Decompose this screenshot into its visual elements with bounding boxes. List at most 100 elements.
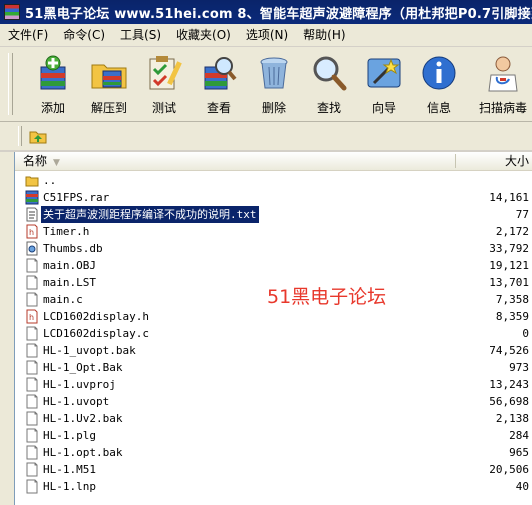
test-button[interactable]: 测试 bbox=[135, 51, 193, 117]
file-row[interactable]: HL-1.uvproj 13,243 bbox=[15, 376, 532, 393]
file-icon bbox=[25, 343, 39, 358]
file-name: main.c bbox=[43, 293, 83, 306]
file-name: HL-1_uvopt.bak bbox=[43, 344, 136, 357]
file-size: 973 bbox=[509, 361, 529, 374]
test-label: 测试 bbox=[151, 101, 176, 115]
extract-to-label: 解压到 bbox=[90, 101, 127, 115]
file-size: 33,792 bbox=[489, 242, 529, 255]
file-name: HL-1.Uv2.bak bbox=[43, 412, 123, 425]
scan-virus-label: 扫描病毒 bbox=[478, 101, 527, 115]
file-size: 7,358 bbox=[495, 293, 529, 306]
svg-text:h: h bbox=[29, 228, 34, 237]
menu-help[interactable]: 帮助(H) bbox=[295, 24, 352, 46]
wizard-label: 向导 bbox=[371, 101, 396, 115]
add-label: 添加 bbox=[40, 101, 65, 115]
file-icon bbox=[25, 411, 39, 426]
file-size: 40 bbox=[515, 480, 529, 493]
toolbar: 添加 解压到 测试 查看 删除 查找 向导 信息 扫描病毒 bbox=[0, 47, 532, 122]
list-header: 名称 ▼ 大小 bbox=[15, 152, 532, 171]
file-size: 77 bbox=[515, 208, 529, 221]
info-icon bbox=[422, 56, 456, 90]
file-name: HL-1.plg bbox=[43, 429, 96, 442]
extract-folder-icon bbox=[91, 64, 127, 89]
test-clipboard-icon bbox=[149, 56, 182, 90]
file-row[interactable]: HL-1.lnp 40 bbox=[15, 478, 532, 495]
file-row[interactable]: HL-1.M51 20,506 bbox=[15, 461, 532, 478]
file-size: 2,138 bbox=[495, 412, 529, 425]
view-magnifier-books-icon bbox=[204, 57, 237, 90]
menu-tools[interactable]: 工具(S) bbox=[112, 24, 168, 46]
watermark: 51黑电子论坛 bbox=[267, 286, 387, 308]
thumbs-db-icon bbox=[25, 241, 39, 256]
file-name: HL-1.M51 bbox=[43, 463, 96, 476]
file-row[interactable]: main.OBJ 19,121 bbox=[15, 257, 532, 274]
add-button[interactable]: 添加 bbox=[24, 51, 82, 117]
file-row[interactable]: 关于超声波测距程序编译不成功的说明.txt 77 bbox=[15, 206, 532, 223]
delete-label: 删除 bbox=[261, 101, 286, 115]
column-header-size[interactable]: 大小 bbox=[505, 152, 529, 170]
info-button[interactable]: 信息 bbox=[410, 51, 468, 117]
file-row[interactable]: HL-1_Opt.Bak 973 bbox=[15, 359, 532, 376]
file-row[interactable]: HL-1.Uv2.bak 2,138 bbox=[15, 410, 532, 427]
file-icon bbox=[25, 428, 39, 443]
file-size: 8,359 bbox=[495, 310, 529, 323]
file-row[interactable]: h Timer.h 2,172 bbox=[15, 223, 532, 240]
file-list[interactable]: 名称 ▼ 大小 .. C51FPS.rar 14,161 关于超声波测距程序编译不成功的… bbox=[14, 152, 532, 505]
file-row[interactable]: HL-1.opt.bak 965 bbox=[15, 444, 532, 461]
file-row[interactable]: HL-1.plg 284 bbox=[15, 427, 532, 444]
extract-to-button[interactable]: 解压到 bbox=[80, 51, 138, 117]
winrar-app-icon bbox=[4, 4, 20, 20]
header-file-icon: h bbox=[25, 224, 39, 239]
file-row[interactable]: .. bbox=[15, 172, 532, 189]
file-size: 2,172 bbox=[495, 225, 529, 238]
file-icon bbox=[25, 326, 39, 341]
find-label: 查找 bbox=[316, 101, 341, 115]
recycle-bin-icon bbox=[260, 57, 288, 89]
view-label: 查看 bbox=[206, 101, 231, 115]
file-row[interactable]: HL-1.uvopt 56,698 bbox=[15, 393, 532, 410]
title-bar: 51黑电子论坛 www.51hei.com 8、智能车超声波避障程序（用杜邦把P… bbox=[0, 0, 532, 24]
file-row[interactable]: C51FPS.rar 14,161 bbox=[15, 189, 532, 206]
sort-arrow-icon: ▼ bbox=[53, 158, 60, 168]
file-size: 13,701 bbox=[489, 276, 529, 289]
menu-commands[interactable]: 命令(C) bbox=[55, 24, 112, 46]
file-icon bbox=[25, 479, 39, 494]
wizard-button[interactable]: 向导 bbox=[355, 51, 413, 117]
header-file-icon: h bbox=[25, 309, 39, 324]
menu-options[interactable]: 选项(N) bbox=[238, 24, 295, 46]
wizard-wand-icon bbox=[367, 58, 401, 88]
column-divider[interactable] bbox=[455, 154, 456, 168]
path-bar-grip[interactable] bbox=[18, 126, 22, 146]
file-name: HL-1.opt.bak bbox=[43, 446, 123, 459]
toolbar-grip[interactable] bbox=[8, 53, 13, 115]
file-name: Thumbs.db bbox=[43, 242, 103, 255]
file-row[interactable]: h LCD1602display.h 8,359 bbox=[15, 308, 532, 325]
file-rows: .. C51FPS.rar 14,161 关于超声波测距程序编译不成功的说明.txt 7… bbox=[15, 172, 532, 495]
file-icon bbox=[25, 292, 39, 307]
file-name: HL-1.uvopt bbox=[43, 395, 110, 408]
text-file-icon bbox=[25, 207, 39, 222]
find-button[interactable]: 查找 bbox=[300, 51, 358, 117]
file-icon bbox=[25, 360, 39, 375]
file-name: Timer.h bbox=[43, 225, 90, 238]
file-name: HL-1.uvproj bbox=[43, 378, 116, 391]
column-name-label: 名称 bbox=[23, 154, 48, 168]
file-row[interactable]: HL-1_uvopt.bak 74,526 bbox=[15, 342, 532, 359]
menu-favorites[interactable]: 收藏夹(O) bbox=[168, 24, 238, 46]
view-button[interactable]: 查看 bbox=[190, 51, 248, 117]
menu-bar: 文件(F) 命令(C) 工具(S) 收藏夹(O) 选项(N) 帮助(H) bbox=[0, 24, 532, 47]
menu-file[interactable]: 文件(F) bbox=[0, 24, 55, 46]
file-name: HL-1_Opt.Bak bbox=[43, 361, 123, 374]
left-panel-edge bbox=[0, 152, 14, 505]
scan-virus-button[interactable]: 扫描病毒 bbox=[474, 51, 532, 117]
file-row[interactable]: Thumbs.db 33,792 bbox=[15, 240, 532, 257]
file-name: 关于超声波测距程序编译不成功的说明.txt bbox=[41, 206, 259, 223]
file-icon bbox=[25, 394, 39, 409]
file-size: 74,526 bbox=[489, 344, 529, 357]
file-row[interactable]: LCD1602display.c 0 bbox=[15, 325, 532, 342]
delete-button[interactable]: 删除 bbox=[245, 51, 303, 117]
find-magnifier-icon bbox=[313, 56, 347, 91]
info-label: 信息 bbox=[426, 101, 451, 115]
up-folder-icon[interactable] bbox=[28, 126, 48, 146]
column-header-name[interactable]: 名称 ▼ bbox=[23, 152, 60, 170]
